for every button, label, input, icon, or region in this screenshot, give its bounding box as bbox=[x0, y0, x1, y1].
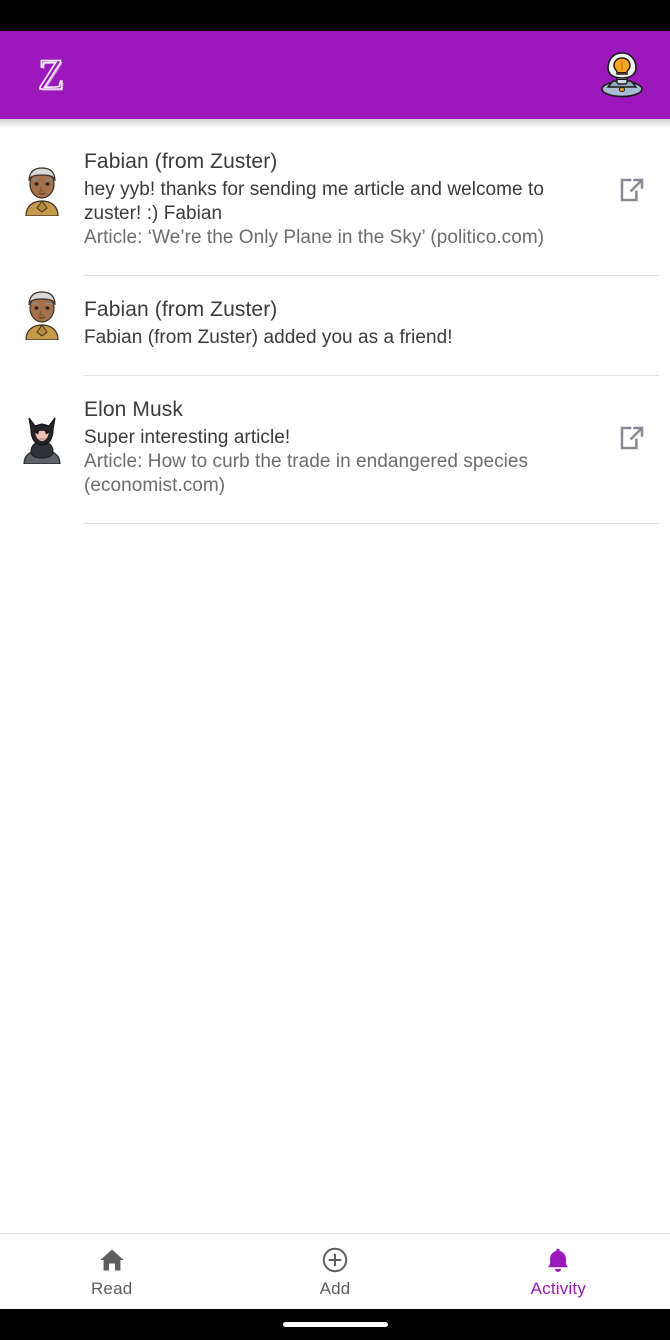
nav-tab-activity-label: Activity bbox=[530, 1278, 587, 1298]
bell-icon bbox=[548, 1248, 569, 1272]
notification-article: Article: How to curb the trade in endang… bbox=[84, 451, 529, 496]
notification-item[interactable]: Fabian (from Zuster) Fabian (from Zuster… bbox=[0, 276, 670, 376]
older-man-avatar bbox=[25, 291, 59, 340]
notification-list: Fabian (from Zuster) hey yyb! thanks for… bbox=[0, 128, 670, 524]
notification-message: Super interesting article! bbox=[84, 427, 291, 448]
nav-tab-add-label: Add bbox=[319, 1278, 351, 1298]
lightbulb-robot-icon[interactable] bbox=[600, 51, 644, 99]
nav-tab-read-label: Read bbox=[90, 1278, 133, 1298]
bottom-navigation: Read Add Activity bbox=[0, 1233, 670, 1309]
notification-message: hey yyb! thanks for sending me article a… bbox=[84, 179, 544, 224]
brand-logo[interactable]: Z bbox=[37, 53, 65, 98]
row-divider bbox=[84, 523, 659, 524]
nav-tab-activity[interactable]: Activity bbox=[447, 1234, 670, 1309]
avatar bbox=[0, 412, 84, 464]
avatar bbox=[0, 164, 84, 216]
external-link-icon bbox=[620, 426, 644, 450]
app-bar: Z bbox=[0, 31, 670, 119]
notification-content: Fabian (from Zuster) Fabian (from Zuster… bbox=[84, 276, 594, 352]
notification-item[interactable]: Elon Musk Super interesting article! Art… bbox=[0, 376, 670, 524]
notification-sender: Fabian (from Zuster) bbox=[84, 298, 278, 321]
notification-item[interactable]: Fabian (from Zuster) hey yyb! thanks for… bbox=[0, 128, 670, 276]
avatar bbox=[0, 288, 84, 340]
notification-sender: Elon Musk bbox=[84, 398, 183, 421]
external-link-icon bbox=[620, 178, 644, 202]
open-article-button[interactable] bbox=[594, 175, 670, 205]
nav-tab-add[interactable]: Add bbox=[223, 1234, 446, 1309]
lightbulb-robot-icon-svg bbox=[601, 52, 643, 98]
home-icon bbox=[99, 1249, 124, 1270]
older-man-avatar bbox=[25, 167, 59, 216]
notification-sender: Fabian (from Zuster) bbox=[84, 150, 278, 173]
batman-superhero-avatar bbox=[23, 417, 61, 464]
phone-screen: Z Fabian (from Zuster) hey yyb! thanks f… bbox=[0, 0, 670, 1340]
app-bar-shadow bbox=[0, 119, 670, 128]
notification-content: Fabian (from Zuster) hey yyb! thanks for… bbox=[84, 128, 594, 252]
gesture-handle[interactable] bbox=[282, 1322, 388, 1327]
plus-circle-icon bbox=[322, 1247, 348, 1272]
notification-message: Fabian (from Zuster) added you as a frie… bbox=[84, 327, 453, 348]
notification-article: Article: ‘We’re the Only Plane in the Sk… bbox=[84, 227, 545, 248]
open-article-button[interactable] bbox=[594, 423, 670, 453]
status-bar bbox=[0, 0, 670, 31]
gesture-navigation-bar bbox=[0, 1309, 670, 1340]
nav-tab-read[interactable]: Read bbox=[0, 1234, 223, 1309]
notification-content: Elon Musk Super interesting article! Art… bbox=[84, 376, 594, 500]
